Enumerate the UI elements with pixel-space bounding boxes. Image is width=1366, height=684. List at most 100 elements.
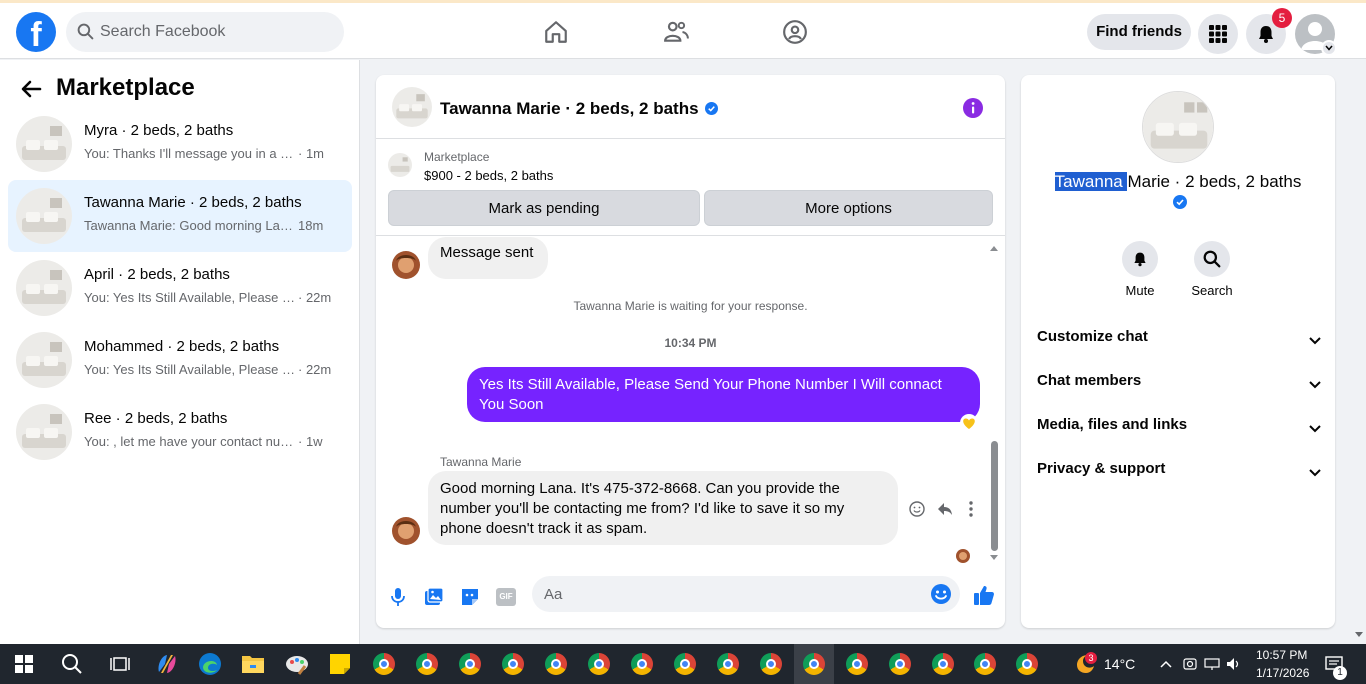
listing-thumbnail-large[interactable] xyxy=(1142,91,1214,163)
chrome-icon[interactable] xyxy=(585,650,613,678)
chrome-icon[interactable] xyxy=(1013,650,1041,678)
chrome-icon[interactable] xyxy=(456,650,484,678)
react-emoji-icon[interactable] xyxy=(908,500,926,523)
chrome-icon[interactable] xyxy=(628,650,656,678)
listing-thumbnail xyxy=(388,153,412,177)
chrome-icon[interactable] xyxy=(971,650,999,678)
mic-icon[interactable] xyxy=(386,585,410,609)
chat-panel: Tawanna Marie · 2 beds, 2 baths Marketpl… xyxy=(376,75,1005,628)
chrome-icon[interactable] xyxy=(843,650,871,678)
temperature[interactable]: 14°C xyxy=(1104,656,1135,672)
sticky-notes-icon[interactable] xyxy=(326,650,354,678)
chrome-icon[interactable] xyxy=(886,650,914,678)
more-options-button[interactable]: More options xyxy=(704,190,993,226)
chevron-down-icon xyxy=(1309,464,1321,481)
listing-price[interactable]: $900 - 2 beds, 2 baths xyxy=(424,168,553,183)
notification-badge: 5 xyxy=(1272,8,1292,28)
chrome-icon[interactable] xyxy=(671,650,699,678)
page-scrollbar[interactable] xyxy=(1352,60,1366,644)
conversation-item[interactable]: Myra · 2 beds, 2 baths You: Thanks I'll … xyxy=(8,108,352,180)
sender-avatar xyxy=(392,251,420,279)
customize-chat-section[interactable]: Customize chat xyxy=(1037,328,1321,352)
conversation-time: · 22m xyxy=(298,362,332,377)
message-sent-bubble[interactable]: Message sent xyxy=(428,237,548,279)
conversation-name: Ree · 2 beds, 2 baths xyxy=(84,410,228,427)
friends-icon[interactable] xyxy=(661,17,691,47)
more-icon[interactable] xyxy=(968,500,974,523)
volume-icon[interactable] xyxy=(1220,650,1248,678)
mark-as-pending-button[interactable]: Mark as pending xyxy=(388,190,700,226)
heart-reaction-icon[interactable] xyxy=(960,414,978,437)
chrome-icon[interactable] xyxy=(757,650,785,678)
timestamp: 10:34 PM xyxy=(664,336,717,350)
mute-button[interactable]: Mute xyxy=(1110,241,1170,298)
conversation-name: Myra · 2 beds, 2 baths xyxy=(84,122,234,139)
task-view-icon[interactable] xyxy=(106,650,134,678)
message-input-field[interactable] xyxy=(532,576,960,612)
conversation-time: · 1w xyxy=(298,434,323,449)
edge-icon[interactable] xyxy=(196,650,224,678)
copilot-icon[interactable] xyxy=(153,650,181,678)
chat-title[interactable]: Tawanna Marie · 2 beds, 2 baths xyxy=(440,99,718,120)
scroll-thumb[interactable] xyxy=(991,441,998,551)
conversation-info-panel: Tawanna Marie · 2 beds, 2 baths Mute Sea… xyxy=(1021,75,1335,628)
chrome-icon[interactable] xyxy=(542,650,570,678)
media-files-links-section[interactable]: Media, files and links xyxy=(1037,416,1321,440)
chevron-down-icon[interactable] xyxy=(1321,40,1337,56)
chrome-icon[interactable] xyxy=(714,650,742,678)
thumbs-up-icon[interactable] xyxy=(972,583,996,607)
logo-letter: f xyxy=(30,16,42,52)
section-label: Privacy & support xyxy=(1037,460,1166,477)
sticker-icon[interactable] xyxy=(458,585,482,609)
home-icon[interactable] xyxy=(541,17,571,47)
bell-icon xyxy=(1122,241,1158,277)
conversation-name: Tawanna Marie · 2 beds, 2 baths xyxy=(1021,172,1335,192)
back-arrow-icon[interactable] xyxy=(20,78,42,105)
reply-icon[interactable] xyxy=(936,500,954,523)
sender-name: Tawanna Marie xyxy=(440,455,522,469)
chrome-icon[interactable] xyxy=(370,650,398,678)
windows-start-icon[interactable] xyxy=(10,650,38,678)
chevron-down-icon xyxy=(1309,420,1321,437)
clock-time[interactable]: 10:57 PM xyxy=(1256,648,1307,662)
conversation-sidebar: Marketplace Myra · 2 beds, 2 baths You: … xyxy=(0,60,360,644)
conversation-name: April · 2 beds, 2 baths xyxy=(84,266,230,283)
clock-date[interactable]: 1/17/2026 xyxy=(1256,666,1309,680)
search-button[interactable]: Search xyxy=(1182,241,1242,298)
find-friends-button[interactable]: Find friends xyxy=(1087,14,1191,50)
verified-icon xyxy=(1173,195,1187,214)
windows-taskbar: 3 14°C 10:57 PM 1/17/2026 1 xyxy=(0,644,1366,684)
emoji-icon[interactable] xyxy=(930,583,952,610)
search-box[interactable] xyxy=(66,12,344,52)
chrome-icon[interactable] xyxy=(929,650,957,678)
conversation-item[interactable]: Ree · 2 beds, 2 baths You: , let me have… xyxy=(8,396,352,468)
file-explorer-icon[interactable] xyxy=(239,650,267,678)
photo-icon[interactable] xyxy=(422,585,446,609)
sender-avatar xyxy=(392,517,420,545)
listing-thumbnail[interactable] xyxy=(392,87,432,127)
facebook-logo[interactable]: f xyxy=(16,12,56,52)
chrome-icon[interactable] xyxy=(413,650,441,678)
conversation-preview: You: Thanks I'll message you in a mo... xyxy=(84,146,296,161)
info-icon[interactable] xyxy=(962,97,984,124)
gif-icon[interactable]: GIF xyxy=(494,585,518,609)
message-input[interactable] xyxy=(544,576,924,612)
menu-grid-icon[interactable] xyxy=(1198,14,1238,54)
groups-icon[interactable] xyxy=(780,17,810,47)
chrome-icon-active[interactable] xyxy=(800,650,828,678)
chat-members-section[interactable]: Chat members xyxy=(1037,372,1321,396)
conversation-item[interactable]: April · 2 beds, 2 baths You: Yes Its Sti… xyxy=(8,252,352,324)
chrome-icon[interactable] xyxy=(499,650,527,678)
conversation-item-active[interactable]: Tawanna Marie · 2 beds, 2 baths Tawanna … xyxy=(8,180,352,252)
outgoing-message[interactable]: Yes Its Still Available, Please Send You… xyxy=(467,367,980,422)
chat-header: Tawanna Marie · 2 beds, 2 baths xyxy=(376,75,1005,139)
search-input[interactable] xyxy=(100,12,330,52)
paint-icon[interactable] xyxy=(283,650,311,678)
selected-text: Tawanna xyxy=(1054,172,1128,191)
incoming-message[interactable]: Good morning Lana. It's 475-372-8668. Ca… xyxy=(428,471,898,545)
taskbar-search-icon[interactable] xyxy=(58,650,86,678)
message-text: Good morning Lana. It's 475-372-8668. Ca… xyxy=(440,480,845,537)
mute-label: Mute xyxy=(1125,283,1155,298)
privacy-support-section[interactable]: Privacy & support xyxy=(1037,460,1321,484)
conversation-item[interactable]: Mohammed · 2 beds, 2 baths You: Yes Its … xyxy=(8,324,352,396)
